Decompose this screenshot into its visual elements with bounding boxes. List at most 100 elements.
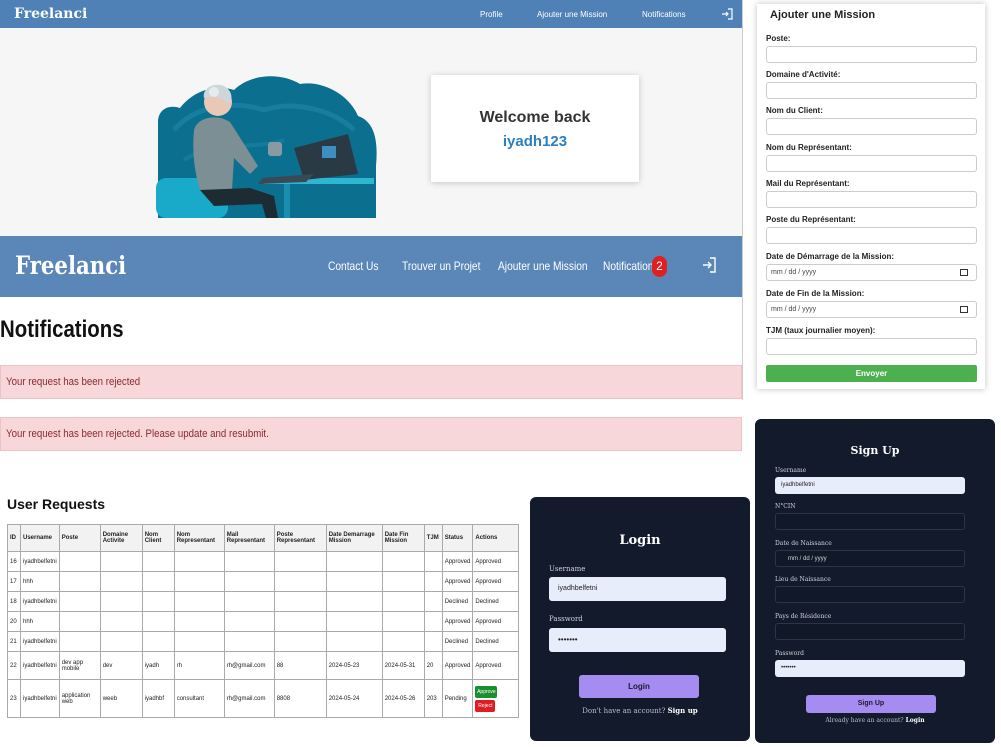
nav-add-mission[interactable]: Ajouter une Mission [498, 259, 588, 273]
signup-prompt: Don't have an account? Sign up [530, 706, 750, 715]
field-label: Mail du Représentant: [766, 179, 850, 188]
notification-alert: Your request has been rejected [0, 365, 742, 399]
field-label: Date de Démarrage de la Mission: [766, 252, 895, 261]
table-cell [381, 551, 425, 572]
text-input[interactable] [766, 191, 977, 208]
table-cell: Approved [472, 551, 520, 572]
table-cell [273, 631, 327, 652]
table-cell: Declined [472, 591, 520, 612]
field-label: Lieu de Naissance [775, 576, 831, 583]
brand-logo-large[interactable]: Freelanci [15, 251, 126, 280]
table-cell [173, 551, 225, 572]
table-row: 17 hhh Approved Approved [7, 571, 520, 592]
field-label: Nom du Client: [766, 106, 823, 115]
text-input[interactable] [775, 513, 965, 530]
col-header: Nom Representant [173, 524, 225, 552]
notification-count-badge: 2 [652, 256, 667, 277]
signup-link[interactable]: Sign up [668, 706, 698, 715]
text-input[interactable] [775, 623, 965, 640]
calendar-icon[interactable] [960, 269, 968, 276]
table-cell: Approve Reject [472, 679, 520, 718]
date-input[interactable]: mm / dd / yyyy [766, 264, 977, 281]
login-button[interactable]: Login [579, 675, 699, 698]
table-cell: 21 [7, 631, 21, 652]
text-input[interactable] [766, 118, 977, 135]
login-prompt: Already have an account? Login [755, 717, 995, 724]
table-cell: application web [58, 679, 101, 718]
password-input[interactable]: ••••••• [549, 628, 726, 652]
table-cell [325, 551, 383, 572]
table-cell [141, 571, 175, 592]
table-cell [381, 631, 425, 652]
table-cell [99, 551, 143, 572]
nav-add-mission[interactable]: Ajouter une Mission [537, 10, 607, 19]
col-header: TJM [423, 524, 443, 552]
table-row: 20 hhh Approved Approved [7, 611, 520, 632]
text-input[interactable]: ••••••• [775, 660, 965, 677]
table-cell: 17 [7, 571, 21, 592]
reject-button[interactable]: Reject [475, 699, 496, 712]
text-input[interactable]: iyadhbelfetni [775, 477, 965, 494]
table-cell [325, 571, 383, 592]
field-label: Nom du Représentant: [766, 143, 852, 152]
signup-button[interactable]: Sign Up [806, 695, 936, 713]
table-cell [223, 571, 275, 592]
date-input[interactable]: mm / dd / yyyy [766, 301, 977, 318]
top-navbar: Freelanci Profile Ajouter une Mission No… [0, 0, 742, 28]
table-cell [223, 611, 275, 632]
logout-icon[interactable] [702, 257, 716, 273]
brand-logo[interactable]: Freelanci [14, 6, 87, 22]
logout-icon[interactable] [721, 8, 733, 20]
table-cell: 2024-05-26 [381, 679, 425, 718]
alert-text: Your request has been rejected. Please u… [6, 428, 269, 440]
text-input[interactable] [775, 586, 965, 603]
text-input[interactable] [766, 82, 977, 99]
table-cell: Approved [472, 611, 520, 632]
col-header: Poste [58, 524, 101, 552]
table-cell: consultant [173, 679, 225, 718]
table-row: 18 iyadhbelfetni Declined Declined [7, 591, 520, 612]
input-value: mm / dd / yyyy [771, 269, 817, 276]
text-input[interactable] [766, 155, 977, 172]
welcome-username: iyadh123 [502, 133, 568, 150]
table-cell: dev app mobile [58, 651, 101, 680]
login-link[interactable]: Login [906, 717, 925, 724]
text-input[interactable] [766, 227, 977, 244]
nav-find-project[interactable]: Trouver un Projet [402, 259, 480, 273]
col-header: Date Fin Mission [381, 524, 425, 552]
nav-notifications[interactable]: Notifications [603, 259, 659, 273]
table-cell: iyadh [141, 651, 175, 680]
table-cell: Declined [441, 591, 474, 612]
input-value: mm / dd / yyyy [771, 306, 817, 313]
table-cell [99, 611, 143, 632]
table-cell [381, 591, 425, 612]
table-cell [58, 611, 101, 632]
table-cell: iyadhbelfetni [20, 591, 60, 612]
table-cell [423, 591, 443, 612]
text-input[interactable] [766, 46, 977, 63]
calendar-icon[interactable] [960, 306, 968, 313]
nav-notifications[interactable]: Notifications [642, 10, 686, 19]
table-cell: Approved [441, 651, 474, 680]
approve-button[interactable]: Approve [475, 685, 498, 698]
text-input[interactable] [766, 338, 977, 355]
nav-contact-us[interactable]: Contact Us [328, 259, 378, 273]
col-header: Mail Representant [223, 524, 275, 552]
table-cell [273, 551, 327, 572]
table-row: 16 iyadhbelfetni Approved Approved [7, 551, 520, 572]
nav-profile[interactable]: Profile [480, 10, 503, 19]
table-cell [173, 571, 225, 592]
table-cell: 20 [423, 651, 443, 680]
signup-title: Sign Up [850, 444, 900, 457]
password-label: Password [549, 615, 583, 623]
table-cell [273, 571, 327, 592]
field-label: Date de Fin de la Mission: [766, 289, 865, 298]
username-input[interactable]: iyadhbelfetni [549, 577, 726, 601]
submit-button[interactable]: Envoyer [766, 365, 977, 382]
field-label: Poste: [766, 34, 791, 43]
date-input[interactable]: mm / dd / yyyy [775, 550, 965, 567]
table-header-row: ID Username Poste Domaine Activite Nom C… [7, 524, 520, 552]
table-cell [223, 551, 275, 572]
field-label: Domaine d'Activité: [766, 70, 841, 79]
section-title: User Requests [7, 496, 106, 512]
